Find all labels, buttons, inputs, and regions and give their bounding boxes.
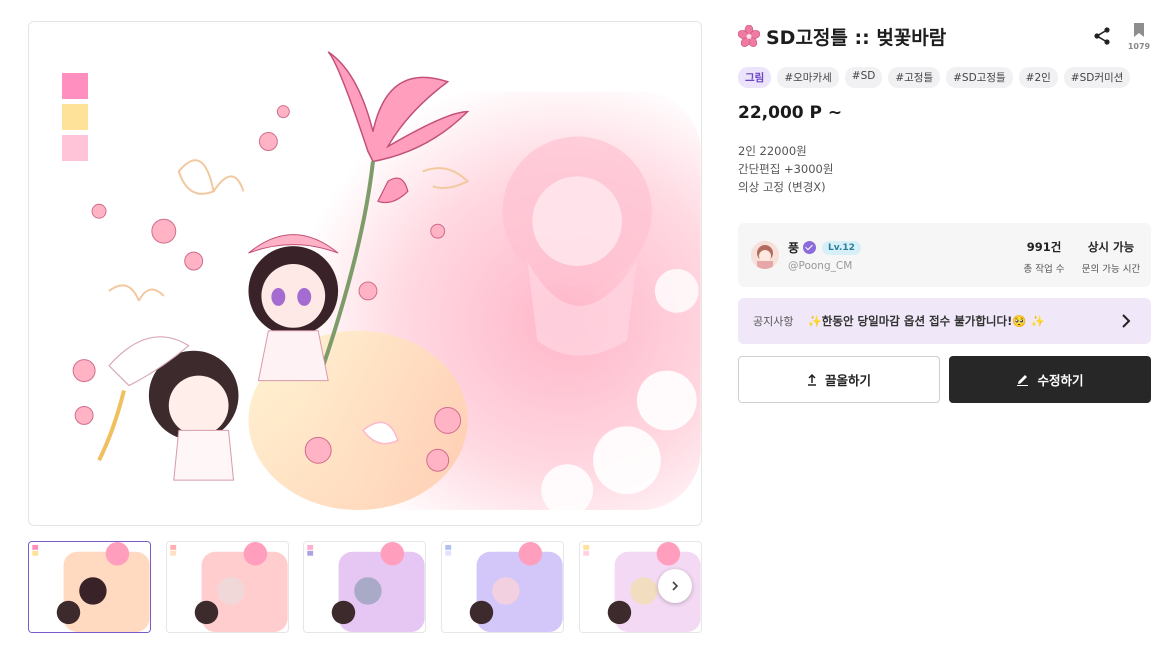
tag-item[interactable]: #고정틀 <box>888 67 941 88</box>
seller-name[interactable]: 풍 <box>788 239 799 256</box>
product-price: 22,000 P ~ <box>738 103 843 123</box>
bookmark-button[interactable]: 1079 <box>1127 22 1151 52</box>
description-line: 의상 고정 (변경X) <box>738 180 826 194</box>
tag-item[interactable]: #오마카세 <box>777 67 839 88</box>
thumbnail-4[interactable] <box>441 541 564 633</box>
tag-category[interactable]: 그림 <box>738 67 772 88</box>
artwork-illustration <box>29 22 701 525</box>
title-row: SD고정틀 :: 벚꽃바람 1079 <box>738 20 1150 52</box>
chevron-right-icon <box>1122 314 1131 328</box>
thumbnail-next-button[interactable] <box>658 569 692 603</box>
product-title: SD고정틀 :: 벚꽃바람 <box>738 23 946 50</box>
share-icon[interactable] <box>1092 26 1112 46</box>
thumbnail-1[interactable] <box>28 541 151 633</box>
tag-item[interactable]: #2인 <box>1018 67 1058 88</box>
cherry-blossom-icon <box>738 25 760 47</box>
thumbnail-3[interactable] <box>303 541 426 633</box>
bookmark-icon <box>1134 23 1144 37</box>
bookmark-count: 1079 <box>1127 42 1151 51</box>
stat-total-works: 991건 총 작업 수 <box>1014 239 1074 275</box>
palette-swatch-light-pink <box>62 135 88 161</box>
pull-up-button[interactable]: 끌올하기 <box>738 356 940 403</box>
stat-value: 상시 가능 <box>1087 240 1135 254</box>
thumbnail-2[interactable] <box>166 541 289 633</box>
palette-swatch-yellow <box>62 104 88 130</box>
stat-label: 문의 가능 시간 <box>1081 264 1141 275</box>
main-product-image[interactable] <box>28 21 702 526</box>
pencil-icon <box>1017 375 1029 386</box>
tag-item[interactable]: #SD커미션 <box>1063 67 1131 88</box>
edit-label: 수정하기 <box>1037 373 1084 388</box>
product-description: 2인 22000원 간단편집 +3000원 의상 고정 (변경X) <box>738 142 833 196</box>
stat-label: 총 작업 수 <box>1023 264 1065 275</box>
notice-banner[interactable]: 공지사항 ✨한동안 당일마감 옵션 접수 불가합니다!🥺 ✨ <box>738 298 1151 344</box>
pull-up-label: 끌올하기 <box>824 373 871 388</box>
avatar[interactable] <box>751 241 779 269</box>
upload-arrow-icon <box>807 373 816 386</box>
edit-button[interactable]: 수정하기 <box>949 356 1151 403</box>
level-badge: Lv.12 <box>822 240 861 255</box>
color-palette <box>62 73 88 166</box>
notice-text: ✨한동안 당일마감 옵션 접수 불가합니다!🥺 ✨ <box>807 314 1045 328</box>
tag-item[interactable]: #SD고정틀 <box>946 67 1013 88</box>
stat-value: 991건 <box>1026 240 1062 254</box>
palette-swatch-pink <box>62 73 88 99</box>
seller-name-row: 풍 Lv.12 <box>788 239 861 256</box>
chevron-right-icon <box>672 581 679 591</box>
seller-handle: @Poong_CM <box>788 260 853 272</box>
tag-list: 그림 #오마카세 #SD #고정틀 #SD고정틀 #2인 #SD커미션 <box>738 67 1131 88</box>
seller-card[interactable]: 풍 Lv.12 @Poong_CM 991건 총 작업 수 상시 가능 문의 가… <box>738 223 1151 287</box>
verified-badge-icon <box>803 241 817 254</box>
product-title-text: SD고정틀 :: 벚꽃바람 <box>766 26 947 49</box>
description-line: 2인 22000원 <box>738 144 807 158</box>
description-line: 간단편집 +3000원 <box>738 162 834 176</box>
notice-label: 공지사항 <box>753 315 794 328</box>
stat-inquiry-time: 상시 가능 문의 가능 시간 <box>1071 239 1151 275</box>
tag-item[interactable]: #SD <box>844 67 883 88</box>
thumbnail-strip <box>28 541 702 633</box>
